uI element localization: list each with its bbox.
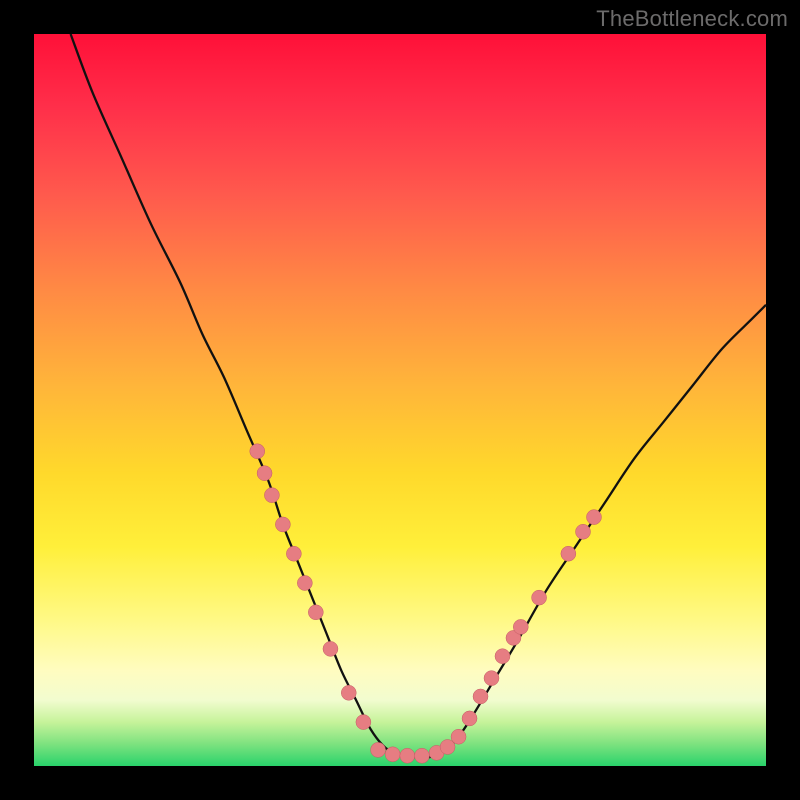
data-dot (513, 619, 528, 634)
data-dot (484, 671, 499, 686)
data-dot (371, 742, 386, 757)
data-dot (414, 748, 429, 763)
data-dot (356, 715, 371, 730)
data-dot (586, 510, 601, 525)
data-dot (275, 517, 290, 532)
chart-overlay (34, 34, 766, 766)
data-dot (250, 444, 265, 459)
watermark-text: TheBottleneck.com (596, 6, 788, 32)
chart-frame: TheBottleneck.com (0, 0, 800, 800)
curve (71, 34, 766, 758)
data-dot (451, 729, 466, 744)
data-dot (532, 590, 547, 605)
data-dot (473, 689, 488, 704)
data-dot (400, 748, 415, 763)
data-dot (462, 711, 477, 726)
data-dot (576, 524, 591, 539)
data-dot (323, 641, 338, 656)
data-dot (286, 546, 301, 561)
data-dot (495, 649, 510, 664)
data-dots (250, 444, 602, 764)
data-dot (308, 605, 323, 620)
data-dot (561, 546, 576, 561)
data-dot (385, 747, 400, 762)
bottleneck-curve (71, 34, 766, 758)
data-dot (297, 576, 312, 591)
data-dot (341, 685, 356, 700)
data-dot (264, 488, 279, 503)
data-dot (257, 466, 272, 481)
